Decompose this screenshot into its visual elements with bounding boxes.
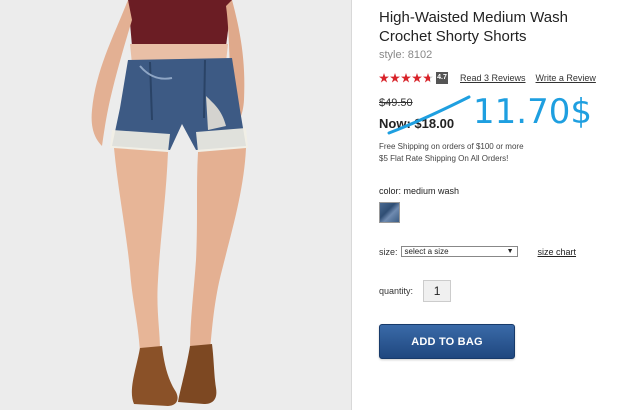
star-icon xyxy=(412,73,422,83)
star-icon xyxy=(379,73,389,83)
quantity-input[interactable]: 1 xyxy=(423,280,452,302)
divider xyxy=(351,0,352,410)
handwritten-price-note: 11.70$ xyxy=(473,92,592,132)
add-to-bag-button[interactable]: ADD TO BAG xyxy=(379,324,515,359)
size-chart-link[interactable]: size chart xyxy=(538,247,577,257)
rating-badge: 4.7 xyxy=(436,72,448,84)
star-rating xyxy=(379,73,433,83)
chevron-down-icon: ▼ xyxy=(506,248,514,255)
product-details: High-Waisted Medium Wash Crochet Shorty … xyxy=(379,8,619,359)
price-block: $49.50 Now: $18.00 11.70$ xyxy=(379,92,619,141)
star-icon xyxy=(401,73,411,83)
quantity-row: quantity: 1 xyxy=(379,280,619,302)
style-code: style: 8102 xyxy=(379,49,433,61)
size-select[interactable]: select a size ▼ xyxy=(400,246,518,257)
handwritten-strike-line xyxy=(387,95,471,135)
quantity-label: quantity: xyxy=(379,286,414,296)
size-row: size: select a size ▼ size chart xyxy=(379,246,619,257)
product-photo[interactable] xyxy=(0,0,351,410)
shipping-info: Free Shipping on orders of $100 or more … xyxy=(379,141,619,165)
star-icon xyxy=(390,73,400,83)
shipping-line-2: $5 Flat Rate Shipping On All Orders! xyxy=(379,154,509,163)
rating-row: 4.7 Read 3 Reviews Write a Review xyxy=(379,71,619,85)
shipping-line-1: Free Shipping on orders of $100 or more xyxy=(379,142,524,151)
write-review-link[interactable]: Write a Review xyxy=(536,73,596,83)
size-select-value: select a size xyxy=(404,247,449,256)
star-half-icon xyxy=(423,73,433,83)
size-label: size: xyxy=(379,246,398,257)
model-illustration xyxy=(0,0,351,410)
read-reviews-link[interactable]: Read 3 Reviews xyxy=(460,73,526,83)
color-swatch-medium-wash[interactable] xyxy=(379,202,400,223)
color-label: color: medium wash xyxy=(379,186,460,196)
product-title: High-Waisted Medium Wash Crochet Shorty … xyxy=(379,9,568,45)
